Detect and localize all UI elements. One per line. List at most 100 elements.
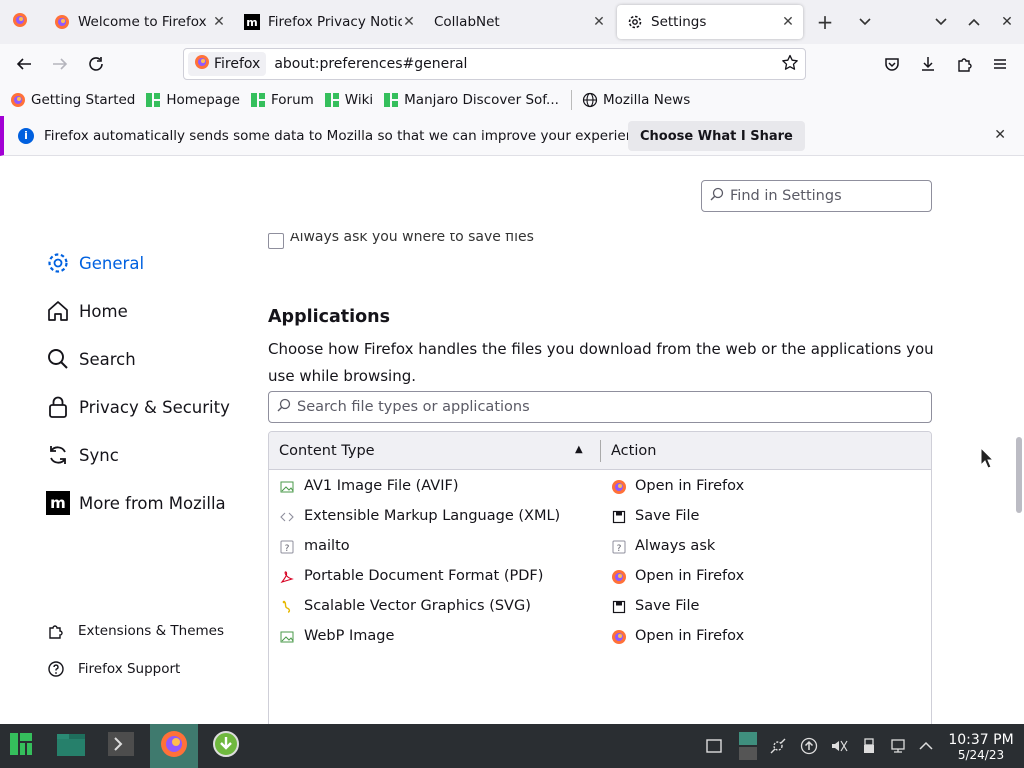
content-type-text: Extensible Markup Language (XML) xyxy=(304,508,561,524)
save-icon xyxy=(611,599,627,615)
always-ask-save-option[interactable]: Always ask you where to save files xyxy=(268,233,534,249)
url-bar[interactable]: Firefox about:preferences#general xyxy=(183,48,806,80)
content-type-text: WebP Image xyxy=(304,628,395,644)
update-arrow-icon[interactable] xyxy=(799,736,819,756)
sidebar-item-label: Sync xyxy=(79,445,119,465)
hamburger-menu-icon[interactable] xyxy=(990,54,1010,74)
extensions-themes-link[interactable]: Extensions & Themes xyxy=(46,612,224,650)
svg-text:?: ? xyxy=(285,544,290,554)
find-in-settings-input[interactable]: Find in Settings xyxy=(701,180,932,212)
content-type-text: mailto xyxy=(304,538,350,554)
bookmark-forum[interactable]: Forum xyxy=(250,92,314,108)
volume-muted-icon[interactable] xyxy=(829,736,849,756)
settings-page: Find in Settings General Home Search Pri… xyxy=(0,157,1024,724)
close-tab-icon[interactable]: ✕ xyxy=(781,14,795,30)
footer-item-label: Firefox Support xyxy=(78,661,181,677)
tab-settings[interactable]: Settings ✕ xyxy=(617,0,803,44)
firefox-support-link[interactable]: Firefox Support xyxy=(46,650,224,688)
tab-title: CollabNet xyxy=(434,14,500,30)
table-row[interactable]: Scalable Vector Graphics (SVG) Save File xyxy=(269,592,931,622)
software-update-button[interactable] xyxy=(204,724,248,768)
tab-privacy-notice[interactable]: m Firefox Privacy Notice ✕ xyxy=(234,0,424,44)
lock-icon xyxy=(46,395,70,419)
downloads-icon[interactable] xyxy=(918,54,938,74)
choose-what-i-share-button[interactable]: Choose What I Share xyxy=(628,121,805,151)
pocket-icon[interactable] xyxy=(882,54,902,74)
action-column-header[interactable]: Action xyxy=(611,443,656,459)
bookmark-manjaro-discover[interactable]: Manjaro Discover Sof... xyxy=(383,92,559,108)
table-row[interactable]: Extensible Markup Language (XML) Save Fi… xyxy=(269,502,931,532)
action-text[interactable]: Open in Firefox xyxy=(635,568,744,584)
table-header: Content Type ▲ Action xyxy=(269,432,931,470)
content-type-column-header[interactable]: Content Type xyxy=(279,443,375,459)
manjaro-logo-icon xyxy=(8,731,34,761)
action-text[interactable]: Open in Firefox xyxy=(635,628,744,644)
sidebar-item-search[interactable]: Search xyxy=(46,335,230,383)
sidebar-item-general[interactable]: General xyxy=(46,239,230,287)
sidebar-item-more-from-mozilla[interactable]: m More from Mozilla xyxy=(46,479,230,527)
table-row[interactable]: ? mailto ? Always ask xyxy=(269,532,931,562)
url-text[interactable]: about:preferences#general xyxy=(274,56,467,72)
sidebar-item-sync[interactable]: Sync xyxy=(46,431,230,479)
network-settings-icon[interactable] xyxy=(768,736,788,756)
sidebar-item-label: Home xyxy=(79,301,128,321)
search-file-types-input[interactable]: Search file types or applications xyxy=(268,391,932,423)
manjaro-icon xyxy=(383,92,399,108)
identity-label: Firefox xyxy=(214,56,261,72)
identity-box[interactable]: Firefox xyxy=(188,52,267,76)
bookmark-getting-started[interactable]: Getting Started xyxy=(10,92,135,108)
firefox-view-button[interactable] xyxy=(0,0,40,44)
bookmark-mozilla-news[interactable]: Mozilla News xyxy=(582,92,690,108)
minimize-chevron-icon[interactable] xyxy=(931,12,951,32)
list-tabs-chevron-icon[interactable] xyxy=(855,12,875,32)
applications-description: Choose how Firefox handles the files you… xyxy=(268,340,934,385)
extensions-puzzle-icon[interactable] xyxy=(954,54,974,74)
close-tab-icon[interactable]: ✕ xyxy=(212,14,226,30)
usb-device-icon[interactable] xyxy=(859,736,879,756)
sidebar-item-home[interactable]: Home xyxy=(46,287,230,335)
action-text[interactable]: Save File xyxy=(635,508,699,524)
firefox-icon xyxy=(611,569,627,585)
page-scrollbar-thumb[interactable] xyxy=(1016,437,1022,513)
terminal-button[interactable] xyxy=(100,724,142,768)
bookmark-label: Forum xyxy=(270,92,314,108)
virtual-desktop-icon[interactable] xyxy=(738,730,758,762)
bookmark-homepage[interactable]: Homepage xyxy=(145,92,240,108)
application-launcher-button[interactable] xyxy=(0,724,42,768)
action-text[interactable]: Save File xyxy=(635,598,699,614)
digital-clock[interactable]: 10:37 PM 5/24/23 xyxy=(944,732,1018,762)
network-wired-icon[interactable] xyxy=(889,736,909,756)
svg-text:?: ? xyxy=(617,544,622,554)
bookmarks-toolbar: Getting Started Homepage Forum Wiki Manj… xyxy=(0,84,1024,116)
close-window-icon[interactable]: ✕ xyxy=(997,12,1017,32)
sidebar-item-privacy-security[interactable]: Privacy & Security xyxy=(46,383,230,431)
new-tab-icon[interactable]: + xyxy=(815,10,835,34)
firefox-icon xyxy=(12,12,28,32)
forward-arrow-icon[interactable] xyxy=(50,54,70,74)
back-arrow-icon[interactable] xyxy=(14,54,34,74)
bookmark-star-icon[interactable] xyxy=(781,54,799,76)
file-manager-button[interactable] xyxy=(50,724,92,768)
show-desktop-icon[interactable] xyxy=(704,736,724,756)
navigation-toolbar: Firefox about:preferences#general xyxy=(0,44,1024,84)
close-tab-icon[interactable]: ✕ xyxy=(592,14,606,30)
table-row[interactable]: Portable Document Format (PDF) Open in F… xyxy=(269,562,931,592)
always-ask-checkbox[interactable] xyxy=(268,233,284,249)
close-notification-icon[interactable]: ✕ xyxy=(994,127,1006,143)
column-divider[interactable] xyxy=(600,440,601,462)
tab-collabnet[interactable]: CollabNet ✕ xyxy=(424,0,614,44)
manjaro-icon xyxy=(324,92,340,108)
firefox-taskbar-button[interactable] xyxy=(150,724,198,768)
tab-welcome[interactable]: Welcome to Firefox ✕ xyxy=(44,0,234,44)
maximize-chevron-icon[interactable] xyxy=(964,12,984,32)
action-text[interactable]: Open in Firefox xyxy=(635,478,744,494)
sort-ascending-icon[interactable]: ▲ xyxy=(575,444,583,455)
show-hidden-icons-chevron-icon[interactable] xyxy=(916,736,936,756)
content-type-text: Scalable Vector Graphics (SVG) xyxy=(304,598,531,614)
bookmark-wiki[interactable]: Wiki xyxy=(324,92,373,108)
action-text[interactable]: Always ask xyxy=(635,538,715,554)
table-row[interactable]: WebP Image Open in Firefox xyxy=(269,622,931,652)
close-tab-icon[interactable]: ✕ xyxy=(402,14,416,30)
reload-icon[interactable] xyxy=(86,54,106,74)
table-row[interactable]: AV1 Image File (AVIF) Open in Firefox xyxy=(269,472,931,502)
